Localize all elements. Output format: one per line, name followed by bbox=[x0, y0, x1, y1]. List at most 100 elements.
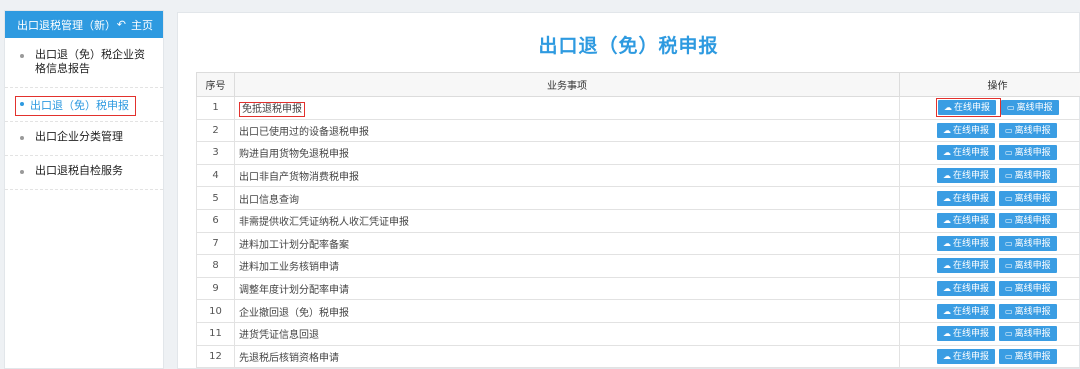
sidebar-item-classification[interactable]: 出口企业分类管理 bbox=[5, 122, 163, 156]
online-declare-button[interactable]: ☁ 在线申报 bbox=[937, 258, 996, 274]
item-link[interactable]: 调整年度计划分配率申请 bbox=[239, 285, 349, 296]
row-item-name[interactable]: 企业撤回退（免）税申报 bbox=[234, 299, 900, 323]
home-link[interactable]: ↶ 主页 bbox=[117, 17, 153, 33]
online-declare-button[interactable]: ☁ 在线申报 bbox=[937, 122, 996, 138]
row-actions: ☁ 在线申报 ▭ 离线申报 bbox=[899, 163, 1080, 188]
offline-label: 离线申报 bbox=[1014, 351, 1051, 362]
row-actions: ☁ 在线申报 ▭ 离线申报 bbox=[899, 276, 1080, 301]
row-item-name[interactable]: 出口信息查询 bbox=[234, 186, 900, 210]
online-declare-button[interactable]: ☁ 在线申报 bbox=[937, 303, 996, 319]
row-actions: ☁ 在线申报 ▭ 离线申报 bbox=[899, 321, 1080, 346]
offline-label: 离线申报 bbox=[1014, 238, 1051, 249]
offline-declare-button[interactable]: ▭ 离线申报 bbox=[1001, 100, 1059, 116]
table-row: 8 进料加工业务核销申请 ☁ 在线申报 ▭ 离线申报 bbox=[196, 254, 1080, 278]
online-button-wrap: ☁ 在线申报 bbox=[936, 348, 999, 365]
item-link[interactable]: 进料加工计划分配率备案 bbox=[239, 240, 349, 251]
online-label: 在线申报 bbox=[953, 193, 990, 204]
row-number: 11 bbox=[196, 321, 235, 346]
offline-label: 离线申报 bbox=[1014, 171, 1051, 182]
row-item-name[interactable]: 调整年度计划分配率申请 bbox=[234, 276, 900, 301]
online-button-wrap: ☁ 在线申报 bbox=[936, 190, 999, 207]
offline-label: 离线申报 bbox=[1014, 329, 1051, 340]
item-link[interactable]: 出口信息查询 bbox=[239, 195, 299, 206]
cloud-upload-icon: ☁ bbox=[943, 193, 951, 203]
online-declare-button[interactable]: ☁ 在线申报 bbox=[937, 235, 996, 251]
declaration-table: 序号 业务事项 操作 1 免抵退税申报 ☁ 在线申报 ▭ 离线申报 2 出口已使用过的设备退税… bbox=[196, 72, 1080, 369]
sidebar-item-self-check[interactable]: 出口退税自检服务 bbox=[5, 156, 163, 190]
home-back-icon: ↶ bbox=[116, 18, 126, 31]
row-item-name[interactable]: 购进自用货物免退税申报 bbox=[234, 141, 900, 165]
bullet-icon bbox=[20, 136, 24, 140]
table-row: 5 出口信息查询 ☁ 在线申报 ▭ 离线申报 bbox=[196, 186, 1080, 210]
row-number: 12 bbox=[196, 344, 235, 369]
row-item-name[interactable]: 进料加工业务核销申请 bbox=[234, 254, 900, 278]
offline-label: 离线申报 bbox=[1014, 148, 1051, 159]
row-item-name[interactable]: 出口已使用过的设备退税申报 bbox=[234, 118, 900, 143]
table-row: 6 非需提供收汇凭证纳税人收汇凭证申报 ☁ 在线申报 ▭ 离线申报 bbox=[196, 208, 1080, 233]
sidebar: 出口退税管理（新） ↶ 主页 出口退（免）税企业资格信息报告 出口退（免）税申报… bbox=[4, 10, 164, 369]
online-declare-button[interactable]: ☁ 在线申报 bbox=[937, 326, 996, 342]
item-link[interactable]: 非需提供收汇凭证纳税人收汇凭证申报 bbox=[239, 217, 409, 228]
cloud-upload-icon: ☁ bbox=[943, 148, 951, 158]
sidebar-header: 出口退税管理（新） ↶ 主页 bbox=[5, 11, 163, 38]
item-link[interactable]: 购进自用货物免退税申报 bbox=[239, 149, 349, 160]
online-label: 在线申报 bbox=[953, 216, 990, 227]
online-declare-button[interactable]: ☁ 在线申报 bbox=[937, 213, 996, 229]
sidebar-item-refund-declaration[interactable]: 出口退（免）税申报 bbox=[5, 88, 163, 122]
row-item-name[interactable]: 非需提供收汇凭证纳税人收汇凭证申报 bbox=[234, 208, 900, 233]
row-number: 8 bbox=[196, 254, 235, 278]
online-declare-button[interactable]: ☁ 在线申报 bbox=[937, 145, 996, 161]
offline-declare-button[interactable]: ▭ 离线申报 bbox=[999, 235, 1057, 251]
online-declare-button[interactable]: ☁ 在线申报 bbox=[937, 281, 996, 297]
online-button-wrap: ☁ 在线申报 bbox=[936, 325, 999, 342]
item-link[interactable]: 先退税后核销资格申请 bbox=[239, 353, 339, 364]
online-declare-button[interactable]: ☁ 在线申报 bbox=[937, 168, 996, 184]
offline-declare-button[interactable]: ▭ 离线申报 bbox=[999, 348, 1057, 364]
online-label: 在线申报 bbox=[953, 284, 990, 295]
item-link[interactable]: 出口非自产货物消费税申报 bbox=[239, 172, 359, 183]
row-number: 7 bbox=[196, 231, 235, 256]
offline-declare-button[interactable]: ▭ 离线申报 bbox=[999, 281, 1057, 297]
laptop-icon: ▭ bbox=[1005, 238, 1013, 248]
item-link[interactable]: 免抵退税申报 bbox=[239, 102, 305, 118]
item-link[interactable]: 进料加工业务核销申请 bbox=[239, 262, 339, 273]
main-panel: 出口退（免）税申报 序号 业务事项 操作 1 免抵退税申报 ☁ 在线申报 ▭ 离线申报 2 出… bbox=[177, 12, 1080, 369]
item-link[interactable]: 进货凭证信息回退 bbox=[239, 330, 319, 341]
laptop-icon: ▭ bbox=[1007, 103, 1015, 113]
offline-declare-button[interactable]: ▭ 离线申报 bbox=[999, 213, 1057, 229]
offline-declare-button[interactable]: ▭ 离线申报 bbox=[999, 303, 1057, 319]
sidebar-item-qualification-report[interactable]: 出口退（免）税企业资格信息报告 bbox=[5, 40, 163, 88]
offline-declare-button[interactable]: ▭ 离线申报 bbox=[999, 168, 1057, 184]
item-link[interactable]: 企业撤回退（免）税申报 bbox=[239, 308, 349, 319]
row-item-name[interactable]: 进货凭证信息回退 bbox=[234, 321, 900, 346]
online-declare-button[interactable]: ☁ 在线申报 bbox=[937, 348, 996, 364]
offline-label: 离线申报 bbox=[1014, 284, 1051, 295]
online-label: 在线申报 bbox=[953, 238, 990, 249]
row-item-name[interactable]: 免抵退税申报 bbox=[234, 96, 900, 120]
table-body: 1 免抵退税申报 ☁ 在线申报 ▭ 离线申报 2 出口已使用过的设备退税申报 ☁ 在线申报 ▭ 离线申… bbox=[196, 96, 1080, 369]
table-row: 12 先退税后核销资格申请 ☁ 在线申报 ▭ 离线申报 bbox=[196, 344, 1080, 369]
offline-declare-button[interactable]: ▭ 离线申报 bbox=[999, 258, 1057, 274]
table-row: 3 购进自用货物免退税申报 ☁ 在线申报 ▭ 离线申报 bbox=[196, 141, 1080, 165]
table-row: 10 企业撤回退（免）税申报 ☁ 在线申报 ▭ 离线申报 bbox=[196, 299, 1080, 323]
offline-label: 离线申报 bbox=[1014, 216, 1051, 227]
offline-declare-button[interactable]: ▭ 离线申报 bbox=[999, 122, 1057, 138]
row-item-name[interactable]: 进料加工计划分配率备案 bbox=[234, 231, 900, 256]
row-actions: ☁ 在线申报 ▭ 离线申报 bbox=[899, 299, 1080, 323]
item-link[interactable]: 出口已使用过的设备退税申报 bbox=[239, 127, 369, 138]
offline-declare-button[interactable]: ▭ 离线申报 bbox=[999, 326, 1057, 342]
online-declare-button[interactable]: ☁ 在线申报 bbox=[937, 190, 996, 206]
table-header-row: 序号 业务事项 操作 bbox=[196, 72, 1080, 97]
cloud-upload-icon: ☁ bbox=[943, 306, 951, 316]
row-item-name[interactable]: 先退税后核销资格申请 bbox=[234, 344, 900, 369]
row-actions: ☁ 在线申报 ▭ 离线申报 bbox=[899, 254, 1080, 278]
offline-declare-button[interactable]: ▭ 离线申报 bbox=[999, 190, 1057, 206]
column-header-no: 序号 bbox=[196, 72, 235, 97]
row-item-name[interactable]: 出口非自产货物消费税申报 bbox=[234, 163, 900, 188]
cloud-upload-icon: ☁ bbox=[943, 284, 951, 294]
offline-declare-button[interactable]: ▭ 离线申报 bbox=[999, 145, 1057, 161]
online-label: 在线申报 bbox=[953, 171, 990, 182]
row-number: 4 bbox=[196, 163, 235, 188]
online-declare-button[interactable]: ☁ 在线申报 bbox=[938, 100, 997, 116]
column-header-ops: 操作 bbox=[899, 72, 1080, 97]
